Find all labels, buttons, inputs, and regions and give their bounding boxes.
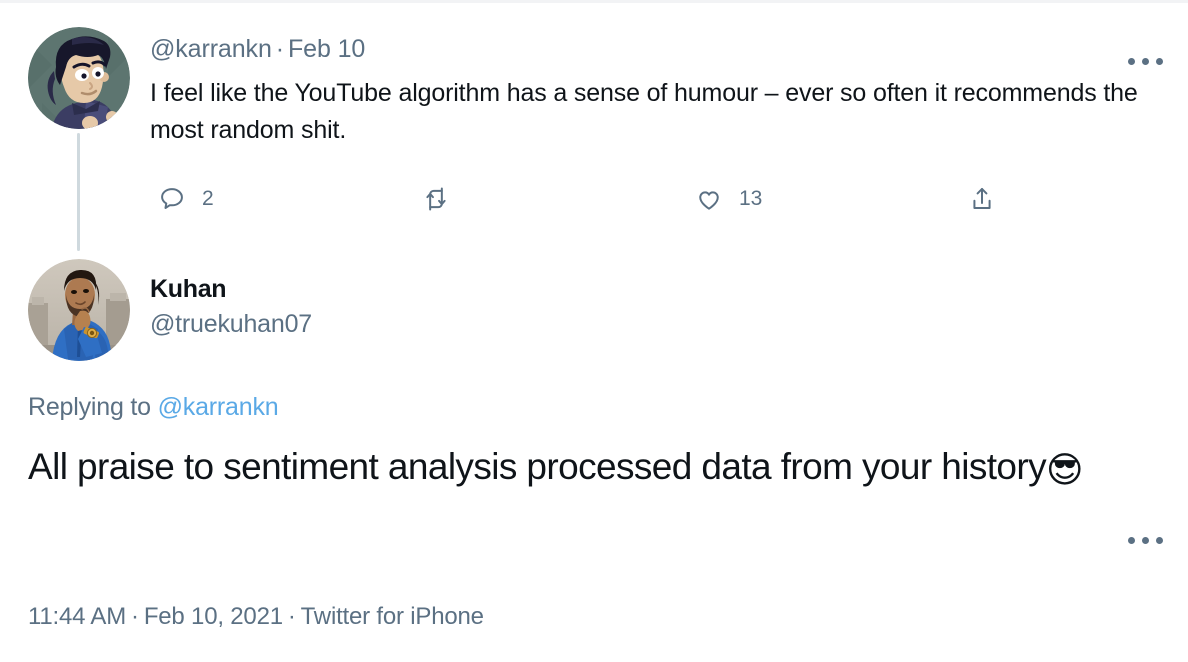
reply-icon	[161, 188, 183, 209]
retweet-button[interactable]	[422, 177, 466, 221]
more-dot	[1128, 537, 1135, 544]
more-dot	[1128, 58, 1135, 65]
parent-tweet-header: @karrankn · Feb 10	[150, 35, 365, 64]
main-tweet-body: All praise to sentiment analysis process…	[28, 441, 1168, 496]
like-button[interactable]: 13	[695, 177, 762, 221]
parent-tweet-body: I feel like the YouTube algorithm has a …	[150, 79, 1138, 144]
tweet-date: Feb 10, 2021	[143, 603, 283, 630]
replying-to-label: Replying to	[28, 393, 151, 421]
main-tweet-text: All praise to sentiment analysis process…	[28, 446, 1047, 487]
retweet-icon	[426, 187, 446, 211]
more-dot	[1142, 537, 1149, 544]
reply-count: 2	[202, 187, 214, 210]
tweet-metadata-footer: 11:44 AM · Feb 10, 2021 · Twitter for iPhone	[28, 603, 484, 631]
main-avatar[interactable]	[28, 259, 130, 361]
share-icon	[973, 187, 991, 209]
replying-to-handle[interactable]: @karrankn	[158, 393, 279, 421]
main-handle[interactable]: @truekuhan07	[150, 310, 312, 339]
more-dot	[1156, 537, 1163, 544]
tweet-time: 11:44 AM	[28, 603, 127, 630]
like-count: 13	[739, 187, 763, 210]
parent-header-separator: ·	[275, 35, 284, 63]
main-more-options-button[interactable]	[1128, 537, 1163, 544]
footer-separator: ·	[131, 603, 139, 630]
sunglasses-emoji: 😎	[1046, 450, 1084, 491]
heart-icon	[699, 191, 719, 210]
more-dot	[1156, 58, 1163, 65]
tweet-thread-screen: @karrankn · Feb 10 I feel like the YouTube…	[0, 0, 1188, 662]
reply-button[interactable]: 2	[158, 177, 214, 221]
footer-separator: ·	[287, 603, 296, 630]
tweet-source[interactable]: Twitter for iPhone	[301, 603, 484, 630]
parent-avatar[interactable]	[28, 27, 130, 129]
parent-tweet[interactable]: @karrankn · Feb 10 I feel like the YouTube…	[0, 17, 1188, 245]
parent-tweet-action-bar: 2 13	[150, 177, 1020, 227]
replying-to-line: Replying to @karrankn	[28, 393, 279, 422]
parent-date[interactable]: Feb 10	[288, 35, 365, 63]
parent-more-options-button[interactable]	[1128, 58, 1163, 65]
main-display-name[interactable]: Kuhan	[150, 275, 227, 304]
more-dot	[1142, 58, 1149, 65]
parent-handle[interactable]: @karrankn	[150, 35, 272, 63]
share-button[interactable]	[968, 177, 1012, 221]
